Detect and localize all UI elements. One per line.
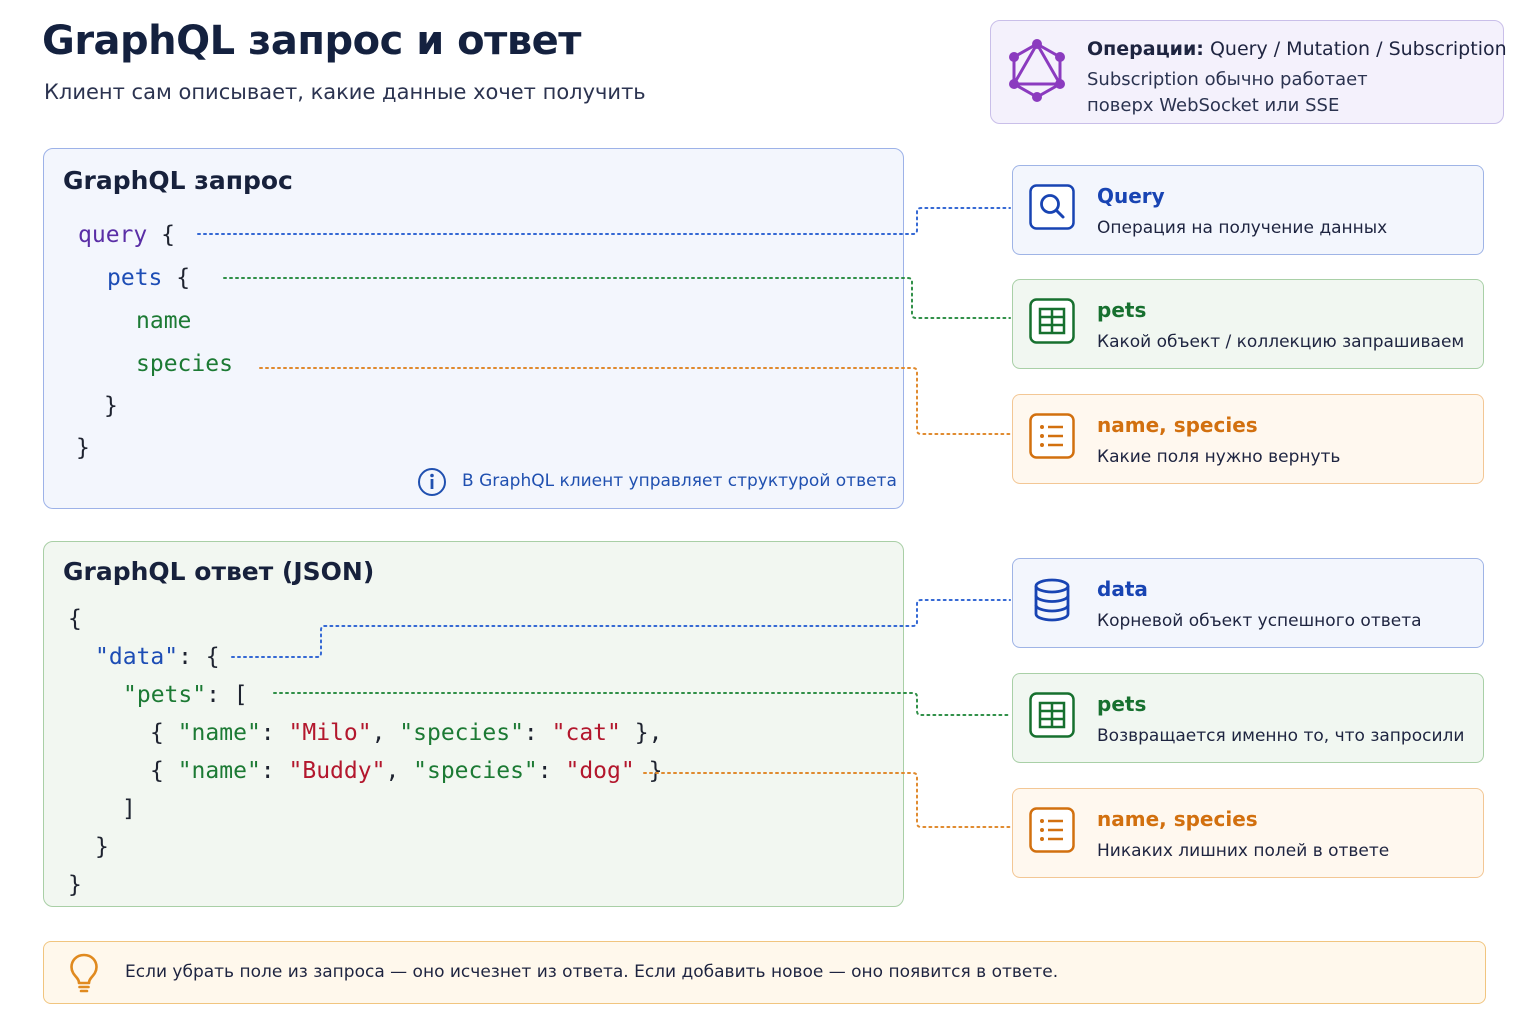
table-icon [1029,298,1075,344]
card-title: Query [1097,184,1165,208]
card-title: name, species [1097,413,1258,437]
card-title: data [1097,577,1148,601]
lightbulb-icon [70,953,98,993]
list-icon [1029,413,1075,459]
connector-fields [259,367,1011,435]
search-icon [1029,184,1075,230]
connector-pets [223,277,1011,319]
card-pets-response: pets Возвращается именно то, что запроси… [1012,673,1484,763]
card-desc: Никаких лишних полей в ответе [1097,841,1390,861]
card-desc: Возвращается именно то, что запросили [1097,726,1465,746]
card-desc: Операция на получение данных [1097,218,1388,238]
card-fields: name, species Какие поля нужно вернуть [1012,394,1484,484]
card-fields-response: name, species Никаких лишних полей в отв… [1012,788,1484,878]
card-desc: Корневой объект успешного ответа [1097,611,1422,631]
connector-pets-response [273,692,1011,716]
connector-data [231,599,1011,658]
card-query: Query Операция на получение данных [1012,165,1484,255]
card-title: name, species [1097,807,1258,831]
connector-query [197,207,1011,235]
card-data: data Корневой объект успешного ответа [1012,558,1484,648]
table-icon [1029,692,1075,738]
card-title: pets [1097,298,1147,322]
database-icon [1034,578,1070,622]
list-icon [1029,807,1075,853]
tip-text: Если убрать поле из запроса — оно исчезн… [125,962,1059,982]
card-pets: pets Какой объект / коллекцию запрашивае… [1012,279,1484,369]
card-title: pets [1097,692,1147,716]
card-desc: Какие поля нужно вернуть [1097,447,1341,467]
card-desc: Какой объект / коллекцию запрашиваем [1097,332,1465,352]
connector-fields-response [643,772,1011,828]
